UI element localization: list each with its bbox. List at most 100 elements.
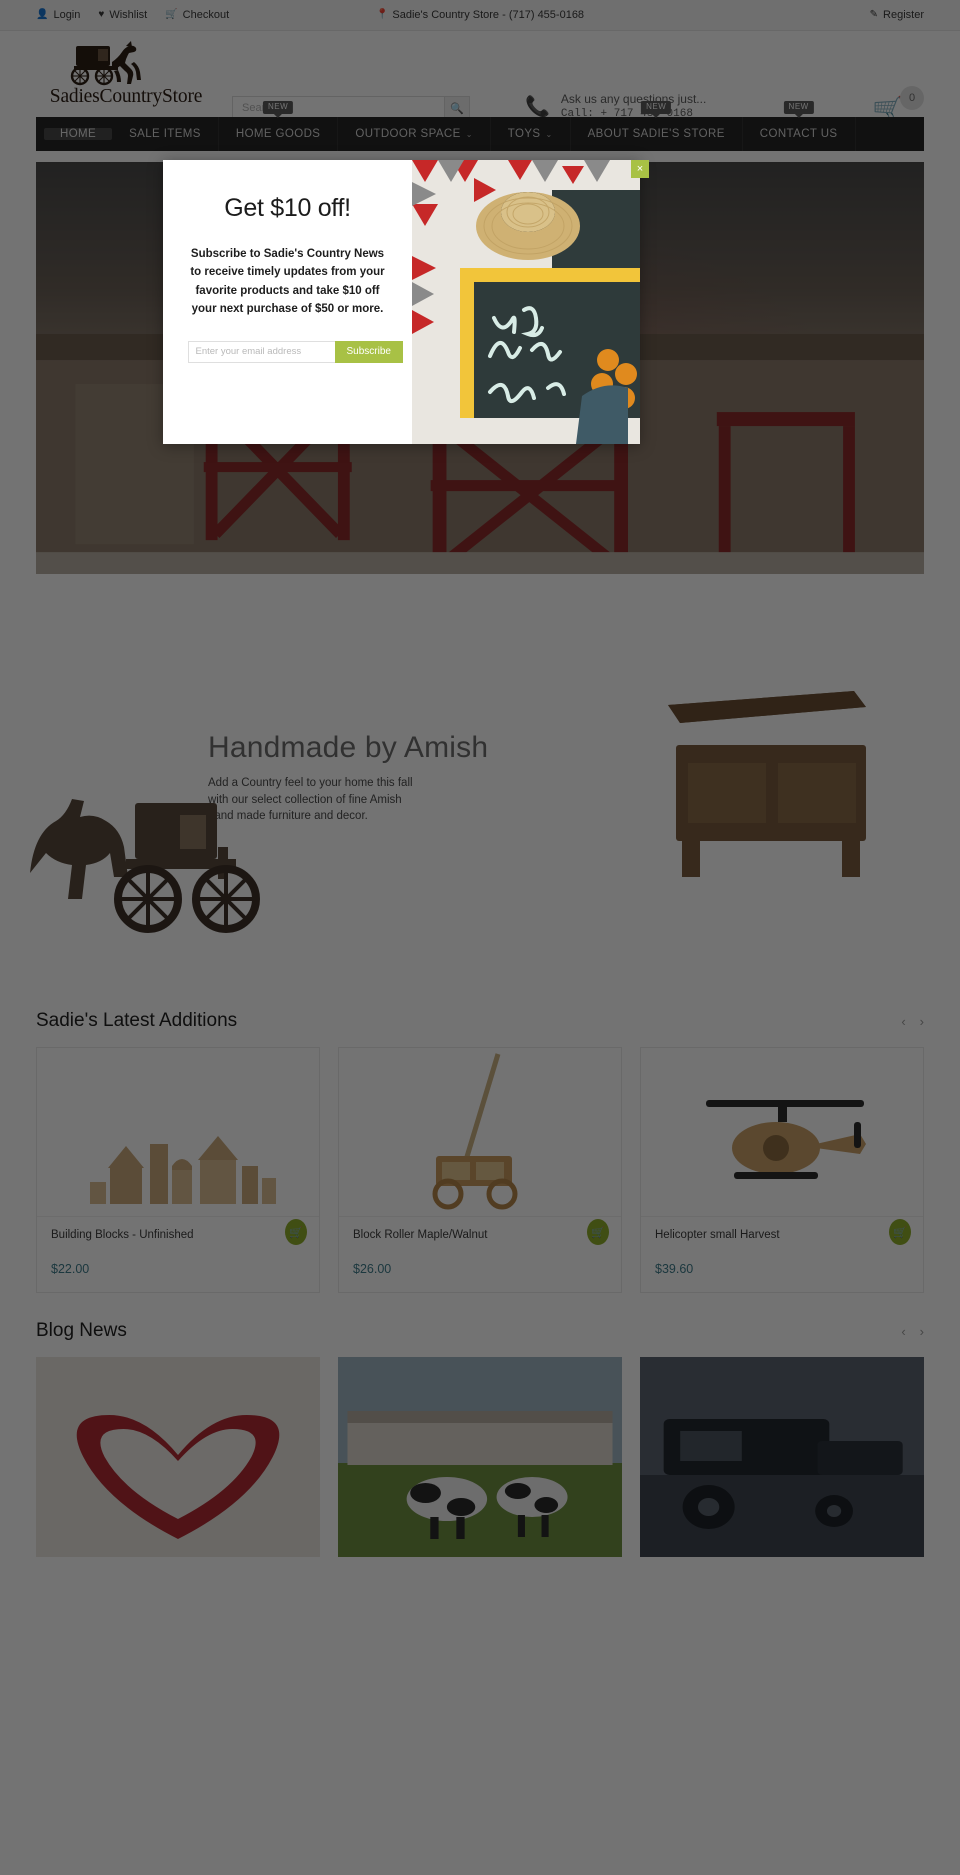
search-icon: 🔍 <box>450 102 464 115</box>
modal-promo-image <box>412 160 640 444</box>
product-image <box>641 1048 923 1216</box>
newsletter-modal: Get $10 off! Subscribe to Sadie's Countr… <box>163 160 649 444</box>
product-image <box>339 1048 621 1216</box>
cart-count-badge: 0 <box>900 86 924 110</box>
product-name: Block Roller Maple/Walnut <box>353 1229 488 1241</box>
nav-item-label: ABOUT SADIE'S STORE <box>587 128 725 140</box>
shopping-cart-icon: 🛒 <box>591 1226 605 1239</box>
blog-post-image <box>36 1357 320 1557</box>
amish-title: Handmade by Amish <box>208 731 489 764</box>
phone-question: Ask us any questions just... <box>560 92 707 106</box>
product-meta: Block Roller Maple/Walnut 🛒 <box>339 1216 621 1252</box>
wooden-horse-buggy-toy-image <box>30 799 260 933</box>
map-pin-icon: 📍 <box>375 9 389 20</box>
basket-icon: 🛒 <box>165 9 178 20</box>
blog-post-card[interactable] <box>338 1357 622 1557</box>
nav-item-label: TOYS <box>507 128 541 140</box>
topbar-links: 👤 Login ♥ Wishlist 🛒 Checkout <box>36 9 229 21</box>
add-to-cart-button[interactable]: 🛒 <box>285 1219 307 1245</box>
blog-post-card[interactable] <box>36 1357 320 1557</box>
blog-next-button[interactable]: › <box>920 1325 924 1338</box>
wishlist-label: Wishlist <box>109 9 148 21</box>
checkout-link[interactable]: 🛒 Checkout <box>165 9 229 21</box>
blog-header: Blog News ‹ › <box>36 1311 924 1351</box>
horse-buggy-logo-icon <box>70 41 141 86</box>
product-meta: Helicopter small Harvest 🛒 <box>641 1216 923 1252</box>
latest-next-button[interactable]: › <box>920 1015 924 1028</box>
phone-icon: 📞 <box>525 95 550 118</box>
store-info-label: Sadie's Country Store - (717) 455-0168 <box>392 9 585 21</box>
newsletter-form: Subscribe <box>187 340 403 363</box>
product-name: Helicopter small Harvest <box>655 1229 780 1241</box>
site-logo[interactable]: SadiesCountryStore <box>36 40 216 108</box>
store-info: 📍 Sadie's Country Store - (717) 455-0168 <box>376 9 584 21</box>
blog-title: Blog News <box>36 1320 127 1341</box>
register-link[interactable]: ✎ Register <box>870 9 924 21</box>
blog-post-image <box>338 1357 622 1557</box>
modal-body-text: Subscribe to Sadie's Country News to rec… <box>190 248 385 316</box>
blog-carousel-controls: ‹ › <box>901 1325 924 1338</box>
nav-new-badge: NEW <box>263 101 294 114</box>
chevron-down-icon: ⌄ <box>545 129 553 139</box>
latest-prev-button[interactable]: ‹ <box>901 1015 905 1028</box>
nav-item-label: SALE ITEMS <box>129 128 201 140</box>
register-label: Register <box>883 9 924 21</box>
product-card[interactable]: Helicopter small Harvest 🛒 $39.60 <box>640 1047 924 1293</box>
wooden-blanket-chest-image <box>668 691 866 877</box>
newsletter-subscribe-button[interactable]: Subscribe <box>334 340 403 363</box>
nav-item-label: HOME GOODS <box>235 128 321 140</box>
product-price: $26.00 <box>353 1262 392 1276</box>
nav-item-sale-items[interactable]: SALE ITEMS <box>112 117 219 151</box>
product-name: Building Blocks - Unfinished <box>51 1229 194 1241</box>
nav-list: HOME SALE ITEMS HOME GOODS NEW OUTDOOR SPACE… <box>36 101 924 151</box>
product-meta: Building Blocks - Unfinished 🛒 <box>37 1216 319 1252</box>
shopping-cart-icon: 🛒 <box>289 1226 303 1239</box>
nav-item-contact-us[interactable]: CONTACT US NEW <box>743 101 856 151</box>
shopping-cart-icon: 🛒 <box>893 1226 907 1239</box>
add-to-cart-button[interactable]: 🛒 <box>587 1219 609 1245</box>
product-card[interactable]: Block Roller Maple/Walnut 🛒 $26.00 <box>338 1047 622 1293</box>
top-utility-bar: 👤 Login ♥ Wishlist 🛒 Checkout 📍 Sadie's … <box>0 0 960 31</box>
nav-item-about-sadie-s-store[interactable]: ABOUT SADIE'S STORE NEW <box>571 101 743 151</box>
chevron-down-icon: ⌄ <box>465 129 473 139</box>
product-price: $39.60 <box>655 1262 694 1276</box>
page-root: 👤 Login ♥ Wishlist 🛒 Checkout 📍 Sadie's … <box>0 0 960 1875</box>
blog-grid <box>36 1357 924 1557</box>
logo-text: SadiesCountryStore <box>49 86 203 107</box>
heart-icon: ♥ <box>98 9 105 20</box>
nav-item-label: OUTDOOR SPACE <box>355 128 461 140</box>
product-grid: Building Blocks - Unfinished 🛒 $22.00 Bloc… <box>36 1047 924 1293</box>
amish-promo-banner: Handmade by Amish Add a Country feel to … <box>0 691 960 1001</box>
wishlist-link[interactable]: ♥ Wishlist <box>98 9 147 21</box>
newsletter-email-input[interactable] <box>187 340 335 363</box>
sunshine-chalkboard-photo <box>412 160 640 444</box>
nav-item-toys[interactable]: TOYS ⌄ <box>491 117 571 151</box>
product-card[interactable]: Building Blocks - Unfinished 🛒 $22.00 <box>36 1047 320 1293</box>
product-price: $22.00 <box>51 1262 90 1276</box>
pencil-icon: ✎ <box>869 9 879 20</box>
nav-item-home-goods[interactable]: HOME GOODS NEW <box>219 101 339 151</box>
latest-additions-title: Sadie's Latest Additions <box>36 1010 238 1031</box>
add-to-cart-button[interactable]: 🛒 <box>889 1219 911 1245</box>
nav-new-badge: NEW <box>783 101 814 114</box>
product-image <box>37 1048 319 1216</box>
modal-close-button[interactable]: × <box>631 160 649 178</box>
latest-additions-header: Sadie's Latest Additions ‹ › <box>36 1001 924 1041</box>
modal-content: Get $10 off! Subscribe to Sadie's Countr… <box>163 160 412 444</box>
nav-item-label: HOME <box>44 128 113 140</box>
main-navigation: HOME SALE ITEMS HOME GOODS NEW OUTDOOR SPACE… <box>36 101 924 151</box>
site-header: SadiesCountryStore 🔍 📞 Ask us any questi… <box>0 31 960 123</box>
login-link[interactable]: 👤 Login <box>36 9 80 21</box>
latest-carousel-controls: ‹ › <box>901 1015 924 1028</box>
blog-prev-button[interactable]: ‹ <box>901 1325 905 1338</box>
login-label: Login <box>53 9 81 21</box>
nav-item-outdoor-space[interactable]: OUTDOOR SPACE ⌄ <box>338 117 491 151</box>
nav-item-home[interactable]: HOME <box>36 117 113 151</box>
user-icon: 👤 <box>36 9 49 20</box>
blog-post-image <box>640 1357 924 1557</box>
checkout-label: Checkout <box>182 9 230 21</box>
modal-title: Get $10 off! <box>224 194 351 222</box>
nav-new-badge: NEW <box>641 101 672 114</box>
nav-item-label: CONTACT US <box>759 128 838 140</box>
blog-post-card[interactable] <box>640 1357 924 1557</box>
